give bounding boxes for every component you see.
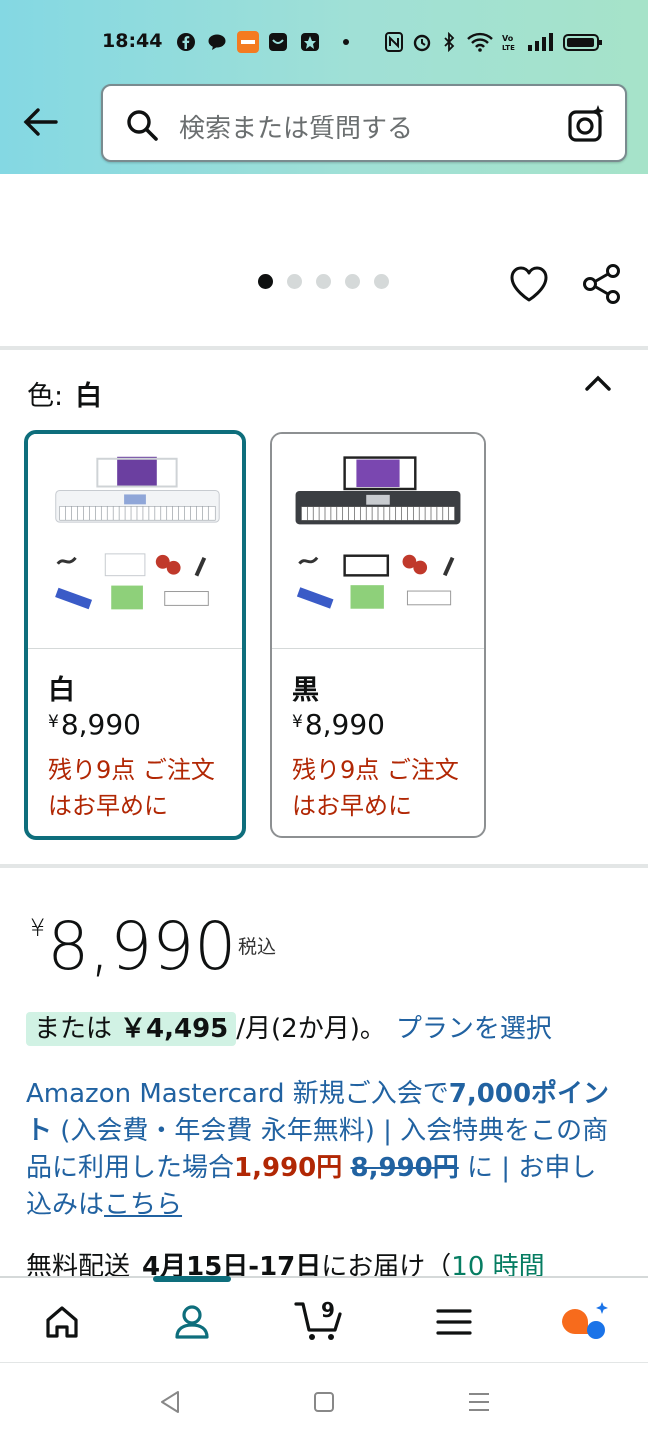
product-price: ¥8,990 xyxy=(30,908,236,985)
chat-icon xyxy=(208,34,226,50)
color-option-black[interactable]: 黒 ¥8,990 残り9点 ご注文はお早めに xyxy=(270,432,486,838)
swatch-divider xyxy=(272,648,484,649)
currency-symbol: ¥ xyxy=(30,914,46,942)
installment-amount: ￥4,495 xyxy=(120,1014,229,1044)
heart-icon[interactable] xyxy=(507,262,551,306)
nav-rufus[interactable] xyxy=(544,1278,624,1364)
camera-search-icon[interactable] xyxy=(567,103,607,143)
nav-cart[interactable]: 9 xyxy=(284,1278,364,1364)
volte-icon: VoLTE xyxy=(502,34,515,52)
share-icon[interactable] xyxy=(580,262,624,306)
more-dot-icon xyxy=(343,39,349,45)
image-gallery[interactable] xyxy=(0,174,648,346)
search-placeholder: 検索または質問する xyxy=(179,114,414,144)
bluetooth-icon xyxy=(444,32,455,52)
nav-menu[interactable] xyxy=(414,1278,494,1364)
gallery-dot[interactable] xyxy=(374,274,389,289)
color-option-name: 白 xyxy=(48,675,75,706)
product-image-white xyxy=(28,434,242,648)
promo-text: Amazon Mastercard 新規ご入会で xyxy=(26,1079,449,1109)
color-option-price: ¥8,990 xyxy=(292,708,385,741)
inbox-icon xyxy=(269,33,287,51)
chevron-up-icon[interactable] xyxy=(580,366,616,402)
cart-count: 9 xyxy=(321,1298,335,1322)
gallery-dot[interactable] xyxy=(258,274,273,289)
home-square-icon[interactable] xyxy=(312,1389,336,1415)
installment-period: /月(2か月)。 xyxy=(236,1014,386,1044)
home-icon xyxy=(46,1306,78,1338)
svg-text:LTE: LTE xyxy=(502,44,515,52)
color-option-name: 黒 xyxy=(292,675,319,706)
mastercard-promo[interactable]: Amazon Mastercard 新規ご入会で7,000ポイント (入会費・年… xyxy=(26,1076,616,1224)
color-selector: 色: 白 白 ¥8,990 残り9点 ご注文はお早めに 黒 ¥8,990 残り9… xyxy=(0,350,648,864)
ai-assistant-icon xyxy=(562,1302,608,1339)
alarm-icon xyxy=(413,34,431,52)
app-header: 18:44 Vo LTE 検索または質問する xyxy=(0,0,648,174)
status-time: 18:44 xyxy=(102,30,163,52)
section-divider xyxy=(0,864,648,868)
recents-icon[interactable] xyxy=(466,1389,492,1415)
tax-note: 税込 xyxy=(238,936,277,958)
color-option-price-value: 8,990 xyxy=(60,708,141,741)
nfc-icon xyxy=(385,32,403,52)
color-selected-value: 白 xyxy=(75,381,103,412)
promo-original-price: 8,990円 xyxy=(350,1153,459,1183)
currency-symbol: ¥ xyxy=(48,712,59,732)
color-option-white[interactable]: 白 ¥8,990 残り9点 ご注文はお早めに xyxy=(24,430,246,840)
currency-symbol: ¥ xyxy=(292,712,303,732)
user-icon xyxy=(175,1305,209,1339)
gallery-dot[interactable] xyxy=(345,274,360,289)
product-image-black xyxy=(272,434,484,648)
installment-offer: または ￥4,495/月(2か月)。 プランを選択 xyxy=(26,1008,552,1046)
facebook-icon xyxy=(177,33,195,51)
search-icon xyxy=(127,110,158,141)
battery-icon xyxy=(563,34,602,51)
nav-home[interactable] xyxy=(22,1278,102,1364)
wifi-icon xyxy=(467,32,493,52)
color-option-price: ¥8,990 xyxy=(48,708,141,741)
promo-discounted-price: 1,990円 xyxy=(234,1153,343,1183)
search-row: 検索または質問する xyxy=(0,84,648,164)
system-nav-bar xyxy=(0,1362,648,1440)
bottom-nav: 9 xyxy=(0,1276,648,1362)
search-input[interactable]: 検索または質問する xyxy=(101,84,627,162)
temu-icon xyxy=(237,31,259,53)
back-arrow-icon[interactable] xyxy=(18,100,62,144)
promo-apply-link[interactable]: こちら xyxy=(104,1190,182,1220)
nav-account[interactable] xyxy=(152,1278,232,1364)
svg-text:Vo: Vo xyxy=(502,34,514,43)
stock-warning: 残り9点 ご注文はお早めに xyxy=(292,756,459,820)
gallery-pagination[interactable] xyxy=(258,274,389,289)
installment-prefix: または xyxy=(34,1014,113,1044)
price-amount: 8,990 xyxy=(47,908,237,985)
status-bar: 18:44 Vo LTE xyxy=(0,22,648,62)
signal-icon xyxy=(528,33,553,51)
back-triangle-icon[interactable] xyxy=(158,1389,182,1415)
price-section: ¥8,990 税込 または ￥4,495/月(2か月)。 プランを選択 Amazon… xyxy=(0,870,648,1282)
menu-icon xyxy=(436,1309,472,1335)
select-plan-link[interactable]: プランを選択 xyxy=(396,1014,552,1044)
color-option-price-value: 8,990 xyxy=(304,708,385,741)
installment-badge: または ￥4,495 xyxy=(26,1012,237,1046)
stock-warning: 残り9点 ご注文はお早めに xyxy=(48,756,215,820)
gallery-dot[interactable] xyxy=(287,274,302,289)
gallery-dot[interactable] xyxy=(316,274,331,289)
app-icon xyxy=(301,33,319,51)
color-label-text: 色: xyxy=(27,381,64,412)
swatch-divider xyxy=(28,648,242,649)
color-label: 色: 白 xyxy=(27,374,102,413)
